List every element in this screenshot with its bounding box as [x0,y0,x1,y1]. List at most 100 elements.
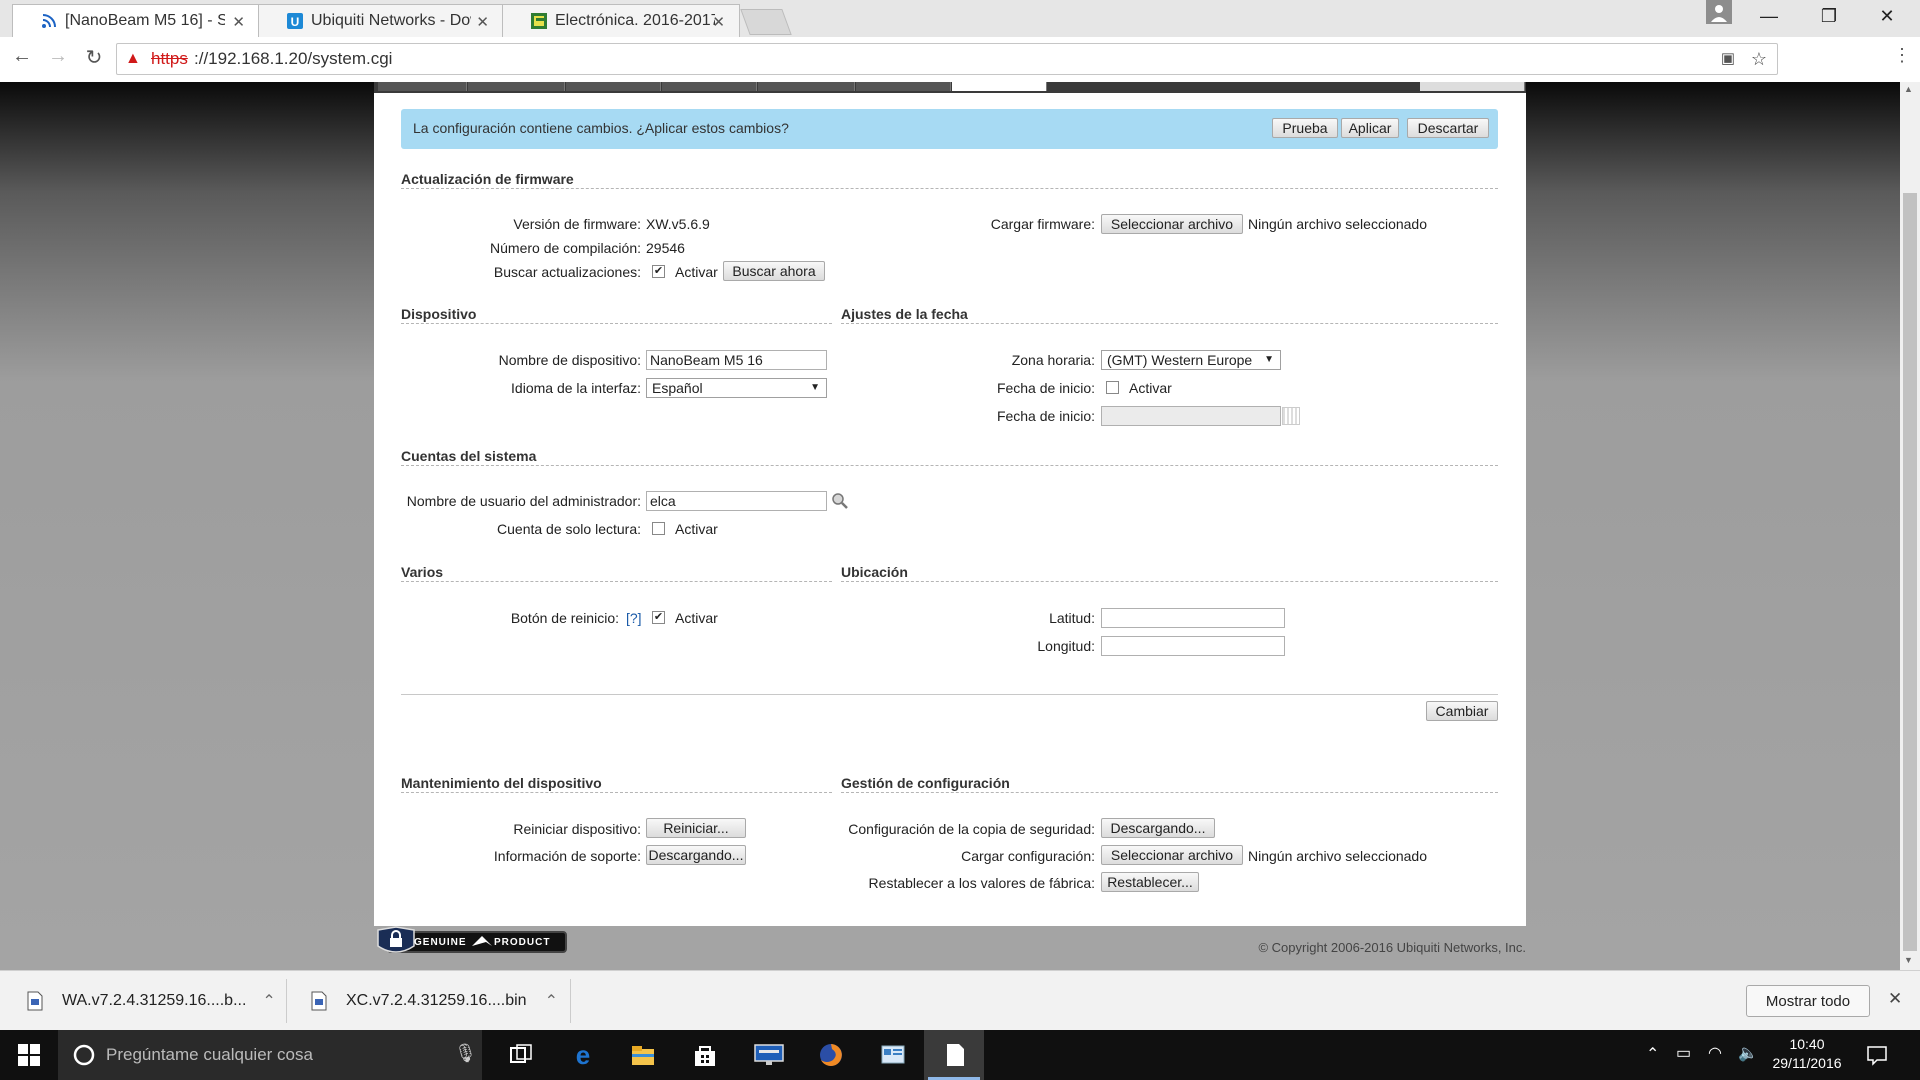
dropdown-arrow-icon: ▼ [1264,354,1274,365]
longitude-input[interactable] [1101,636,1285,656]
badge-right-text: PRODUCT [494,937,551,948]
divider [401,792,832,793]
check-now-button[interactable]: Buscar ahora [723,261,825,281]
nav-tab-wireless[interactable] [566,82,661,91]
discard-button[interactable]: Descartar [1407,118,1489,138]
firefox-icon[interactable] [818,1042,844,1068]
scroll-up-icon[interactable]: ▲ [1904,84,1913,94]
chevron-up-icon[interactable]: ⌃ [262,991,275,1011]
timezone-value: (GMT) Western Europe [1107,352,1253,368]
close-window-icon[interactable]: ✕ [1864,0,1910,33]
monitor-app-icon[interactable] [754,1042,784,1068]
calendar-icon[interactable] [1282,407,1300,425]
cortana-search-box[interactable]: Pregúntame cualquier cosa 🎙 [58,1030,482,1080]
divider [401,694,1498,695]
chevron-up-icon[interactable]: ⌃ [1646,1044,1659,1064]
bookmark-star-icon[interactable]: ☆ [1751,44,1767,74]
control-panel-icon[interactable] [880,1042,906,1068]
divider [401,465,1498,466]
document-icon[interactable] [942,1042,968,1068]
nav-tab-advanced[interactable] [758,82,855,91]
tab-electronica[interactable]: Electrónica. 2016-2017 ✕ [502,4,740,37]
divider [570,979,571,1023]
notifications-icon[interactable] [1866,1044,1888,1066]
microphone-icon[interactable]: 🎙 [454,1043,477,1064]
clock[interactable]: 10:40 29/11/2016 [1762,1036,1852,1071]
battery-icon[interactable]: ▭ [1676,1043,1691,1063]
back-icon[interactable]: ← [8,45,36,68]
language-select[interactable]: Español ▼ [646,378,827,398]
restore-icon[interactable]: ❐ [1806,0,1852,33]
close-icon[interactable]: ✕ [476,13,489,31]
forward-icon[interactable]: → [44,45,72,68]
svg-text:e: e [576,1042,590,1068]
scrollbar-thumb[interactable] [1903,193,1917,951]
startup-date-checkbox[interactable] [1106,381,1119,394]
wifi-icon[interactable]: ◠ [1708,1043,1722,1063]
device-name-input[interactable] [646,350,827,370]
factory-reset-button[interactable]: Restablecer... [1101,872,1199,892]
support-info-download-button[interactable]: Descargando... [646,845,746,865]
download-item[interactable]: XC.v7.2.4.31259.16....bin ⌃ [310,971,560,1031]
select-config-file-button[interactable]: Seleccionar archivo [1101,845,1243,865]
divider [286,979,287,1023]
upload-config-label: Cargar configuración: [961,848,1095,864]
download-item[interactable]: WA.v7.2.4.31259.16....b... ⌃ [26,971,276,1031]
minimize-icon[interactable]: — [1746,0,1792,33]
profile-icon[interactable] [1706,0,1732,24]
select-firmware-file-button[interactable]: Seleccionar archivo [1101,214,1243,234]
divider [401,581,832,582]
url-scheme: https [151,49,188,68]
test-button[interactable]: Prueba [1272,118,1338,138]
nav-tab-system[interactable] [952,82,1047,91]
change-button[interactable]: Cambiar [1426,701,1498,721]
apply-button[interactable]: Aplicar [1341,118,1399,138]
new-tab-button[interactable] [740,9,792,35]
startup-date-input[interactable] [1101,406,1281,426]
factory-reset-label: Restablecer a los valores de fábrica: [868,875,1095,891]
nav-tab-main[interactable] [468,82,565,91]
tab-ubiquiti[interactable]: U Ubiquiti Networks - Downloads ✕ [258,4,504,37]
reboot-button[interactable]: Reiniciar... [646,818,746,838]
search-icon[interactable] [831,492,849,510]
admin-username-input[interactable] [646,491,827,511]
file-explorer-icon[interactable] [630,1042,656,1068]
nav-tab-services[interactable] [856,82,951,91]
latitude-input[interactable] [1101,608,1285,628]
scroll-down-icon[interactable]: ▼ [1904,955,1913,965]
nav-tab-logo[interactable] [378,82,467,91]
close-downloads-icon[interactable]: ✕ [1888,989,1902,1009]
show-all-downloads-button[interactable]: Mostrar todo [1746,985,1870,1017]
divider [401,188,1498,189]
firmware-section-title: Actualización de firmware [401,171,574,187]
ubiquiti-logo-icon: U [287,13,303,29]
check-updates-checkbox[interactable]: ✔ [652,265,665,278]
readonly-account-checkbox[interactable] [652,522,665,535]
store-icon[interactable] [692,1042,718,1068]
task-view-icon[interactable] [508,1042,534,1068]
menu-icon[interactable]: ⋮ [1888,45,1916,66]
speaker-icon[interactable]: 🔈 [1738,1043,1758,1063]
reset-help-link[interactable]: [?] [626,610,642,626]
tab-nanobeam[interactable]: [NanoBeam M5 16] - Sistema ✕ [12,4,260,37]
nav-tab-network[interactable] [662,82,757,91]
cast-icon[interactable]: ▣ [1721,44,1735,74]
close-icon[interactable]: ✕ [232,13,245,31]
edge-browser-icon[interactable]: e [570,1042,596,1068]
timezone-select[interactable]: (GMT) Western Europe ▼ [1101,350,1281,370]
startup-date-label: Fecha de inicio: [996,380,1095,396]
divider [841,792,1498,793]
close-icon[interactable]: ✕ [712,13,725,31]
timezone-label: Zona horaria: [1011,352,1095,368]
nav-tools[interactable] [1420,82,1525,91]
chevron-up-icon[interactable]: ⌃ [545,991,558,1011]
check-updates-enable-text: Activar [675,264,718,280]
reset-button-checkbox[interactable]: ✔ [652,611,665,624]
reboot-label: Reiniciar dispositivo: [513,821,641,837]
reload-icon[interactable]: ↻ [80,45,108,70]
dropdown-arrow-icon: ▼ [810,382,820,393]
backup-config-button[interactable]: Descargando... [1101,818,1215,838]
windows-start-icon[interactable] [18,1044,40,1066]
language-label: Idioma de la interfaz: [511,380,641,396]
address-bar[interactable]: ▲ https ://192.168.1.20/system.cgi ▣ ☆ [116,43,1778,75]
